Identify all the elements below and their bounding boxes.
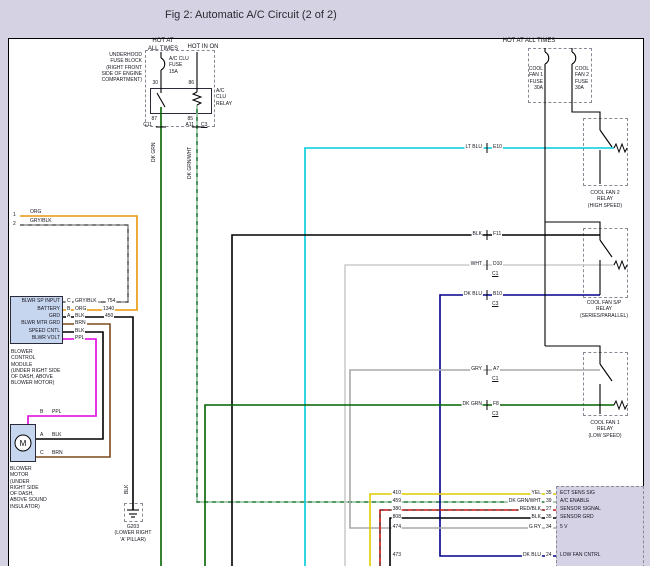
- conn-a11: A11: [185, 122, 194, 128]
- cool-fan1-relay-label: COOL FAN 1 RELAY (LOW SPEED): [588, 420, 621, 439]
- wire-blk-g203-rot-label: BLK: [124, 484, 130, 495]
- ckt-459-pin: 39: [545, 498, 553, 504]
- ckt-808-num: 808: [392, 514, 402, 520]
- cool-fan1-fuse-label: COOL FAN 1 FUSE 30A: [529, 66, 543, 91]
- module-row-speed-cntl: SPEED CNTL: [29, 328, 60, 334]
- ckt-450-color: BLK: [74, 313, 85, 319]
- motor-wire-blk: BLK: [52, 432, 61, 438]
- ckt-410-num: 410: [392, 490, 402, 496]
- wire-dk-grn-rot-label: DK GRN: [151, 142, 157, 163]
- cool-fan-sp-relay-label: COOL FAN S/P RELAY (SERIES/PARALLEL): [580, 300, 628, 319]
- wire-gry-label: GRY: [470, 366, 483, 372]
- motor-pin-c: C: [40, 450, 44, 456]
- ckt-380-pin: 27: [545, 506, 553, 512]
- hot-in-on: HOT IN ON: [188, 44, 219, 52]
- ckt-410-pin: 35: [545, 490, 553, 496]
- module-row-grd: GRD: [49, 313, 60, 319]
- conn-c1-fan1: C1: [492, 376, 498, 382]
- ckt-473-pin: 24: [545, 552, 553, 558]
- ckt-459-color: DK GRN/WHT: [508, 498, 542, 504]
- ac-clu-fuse-label: A/C CLU FUSE 15A: [169, 56, 189, 75]
- module-row-blwr-volt: BLWR VOLT: [32, 335, 60, 341]
- hot-at-all-times-left: HOT AT ALL TIMES: [148, 38, 178, 53]
- hot-at-all-times-right: HOT AT ALL TIMES: [503, 38, 556, 46]
- wire-ppl-label: PPL: [74, 335, 85, 341]
- ckt-410-color: YEL: [531, 490, 542, 496]
- motor-pin-a: A: [40, 432, 43, 438]
- pcm-row-ac-enable: A/C ENABLE: [560, 498, 589, 504]
- cool-fan2-relay-label: COOL FAN 2 RELAY (HIGH SPEED): [588, 190, 622, 209]
- wire-blk-f11-label: BLK: [472, 231, 483, 237]
- pcm-row-sensor-signal: SENSOR SIGNAL: [560, 506, 601, 512]
- module-pin-a: A: [66, 313, 71, 319]
- pin-d10: D10: [492, 261, 503, 267]
- module-row-blwr-sp-input: BLWR SP INPUT: [22, 298, 60, 304]
- ckt-808-pin: 35: [545, 514, 553, 520]
- pin-2: 2: [13, 221, 16, 227]
- pin-1: 1: [13, 212, 16, 218]
- conn-c11: C11: [143, 122, 152, 128]
- pin-a7: A7: [492, 366, 500, 372]
- motor-wire-ppl: PPL: [52, 409, 61, 415]
- conn-c1-sp: C1: [492, 271, 498, 277]
- wire-dk-grn-f8-label: DK GRN: [462, 401, 483, 407]
- figure-title: Fig 2: Automatic A/C Circuit (2 of 2): [165, 9, 337, 21]
- ckt-474-pin: 34: [545, 524, 553, 530]
- wire-brn-label: BRN: [74, 320, 87, 326]
- ckt-474-num: 474: [392, 524, 402, 530]
- pin-f8: F8: [492, 401, 500, 407]
- ckt-380-color: RED/BLK: [519, 506, 542, 512]
- pin-30: 30: [152, 80, 158, 86]
- ckt-473-num: 473: [392, 552, 402, 558]
- module-caption: BLOWER CONTROL MODULE (UNDER RIGHT SIDE …: [11, 349, 60, 387]
- wire-wht-label: WHT: [470, 261, 483, 267]
- module-pin-c: C: [66, 298, 72, 304]
- ac-clu-relay-label: A/C CLU RELAY: [216, 88, 232, 107]
- ckt-473-color: DK BLU: [522, 552, 542, 558]
- ckt-754-color: GRY/BLK: [74, 298, 98, 304]
- wire-org-label: ORG: [30, 209, 41, 215]
- g203-label: G203 (LOWER RIGHT 'A' PILLAR): [115, 524, 152, 543]
- motor-wire-brn: BRN: [52, 450, 63, 456]
- pin-b10: B10: [492, 291, 503, 297]
- ckt-459-num: 459: [392, 498, 402, 504]
- pin-f11: F11: [492, 231, 502, 237]
- wire-gry-blk-label: GRY/BLK: [30, 218, 52, 224]
- pcm-row-low-fan-cntrl: LOW FAN CNTRL: [560, 552, 601, 558]
- module-pin-b: B: [66, 306, 71, 312]
- pcm-row-sensor-grd: SENSOR GRD: [560, 514, 594, 520]
- module-row-battery: BATTERY: [37, 306, 60, 312]
- cool-fan2-fuse-label: COOL FAN 2 FUSE 30A: [575, 66, 589, 91]
- ckt-754-num: 754: [106, 298, 116, 304]
- conn-c3-top: C3: [201, 122, 207, 128]
- labels-layer: HOT AT ALL TIMES HOT IN ON UNDERHOOD FUSE …: [0, 0, 650, 566]
- module-row-blwr-mtr-grd: BLWR MTR GRD: [21, 320, 60, 326]
- ckt-808-color: BLK: [531, 514, 542, 520]
- ckt-1340-color: ORG: [74, 306, 87, 312]
- ckt-450-num: 450: [104, 313, 114, 319]
- wire-lt-blu-label: LT BLU: [465, 144, 484, 150]
- motor-caption: BLOWER MOTOR (UNDER RIGHT SIDE OF DASH, …: [10, 466, 47, 510]
- pin-e10: E10: [492, 144, 503, 150]
- ckt-474-color: G RY: [528, 524, 542, 530]
- pcm-row-ect-sens-sig: ECT SENS SIG: [560, 490, 595, 496]
- wire-dk-blu-label: DK BLU: [463, 291, 483, 297]
- wire-blk-label: BLK: [74, 328, 85, 334]
- conn-c3-sp: C3: [492, 301, 498, 307]
- ckt-380-num: 380: [392, 506, 402, 512]
- ckt-1340-num: 1340: [102, 306, 115, 312]
- wire-dk-grn-wht-rot-label: DK GRN/WHT: [187, 146, 193, 180]
- motor-pin-b: B: [40, 409, 43, 415]
- pcm-row-5v: 5 V: [560, 524, 568, 530]
- underhood-fuse-block-note: UNDERHOOD FUSE BLOCK (RIGHT FRONT SIDE O…: [101, 52, 142, 83]
- pin-86: 86: [188, 80, 194, 86]
- conn-c3-fan1: C3: [492, 411, 498, 417]
